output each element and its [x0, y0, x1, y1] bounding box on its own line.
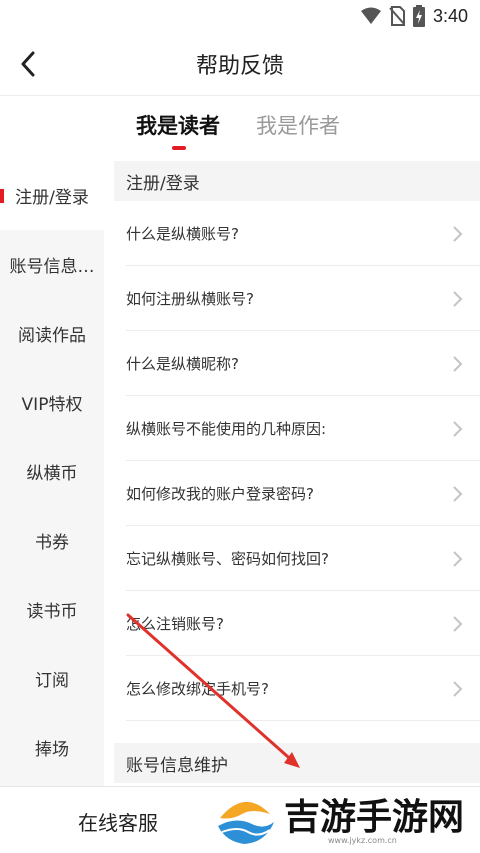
watermark: 吉游手游网 www.jykz.com.cn	[215, 778, 480, 853]
chevron-right-icon	[453, 616, 463, 632]
chevron-right-icon	[453, 681, 463, 697]
section-title: 账号信息维护	[126, 755, 228, 776]
faq-item[interactable]: 纵横账号不能使用的几种原因:	[126, 396, 480, 461]
chevron-right-icon	[453, 291, 463, 307]
sidebar-item-label: 读书币	[26, 602, 78, 622]
faq-question: 忘记纵横账号、密码如何找回?	[126, 549, 329, 568]
faq-question: 怎么注销账号?	[126, 614, 224, 633]
category-sidebar: 注册/登录 账号信息… 阅读作品 VIP特权 纵横币 书券 读书币 订阅 捧场	[0, 161, 104, 786]
back-button[interactable]	[10, 46, 46, 82]
faq-question: 如何修改我的账户登录密码?	[126, 484, 314, 503]
faq-content: 注册/登录 什么是纵横账号? 如何注册纵横账号? 什么是纵横昵称? 纵横账号不能…	[104, 161, 480, 786]
sidebar-item-subscription[interactable]: 订阅	[0, 644, 104, 713]
faq-item[interactable]: 什么是纵横昵称?	[126, 331, 480, 396]
faq-item[interactable]: 如何修改我的账户登录密码?	[126, 461, 480, 526]
chevron-right-icon	[453, 486, 463, 502]
faq-item[interactable]: 如何注册纵横账号?	[126, 266, 480, 331]
active-marker	[0, 189, 4, 203]
chevron-right-icon	[453, 356, 463, 372]
chevron-left-icon	[21, 51, 35, 77]
active-tab-indicator	[172, 146, 186, 150]
watermark-url: www.jykz.com.cn	[328, 836, 397, 845]
faq-question: 如何注册纵横账号?	[126, 289, 254, 308]
sidebar-item-label: 捧场	[35, 740, 69, 760]
sidebar-item-label: VIP特权	[21, 395, 83, 415]
sidebar-item-reading[interactable]: 阅读作品	[0, 299, 104, 368]
clock: 3:40	[432, 5, 468, 26]
faq-question: 什么是纵横昵称?	[126, 354, 239, 373]
role-tabs: 我是读者 我是作者	[0, 97, 480, 161]
sidebar-item-account-info[interactable]: 账号信息…	[0, 230, 104, 299]
page-title: 帮助反馈	[195, 53, 284, 79]
sidebar-item-label: 纵横币	[26, 464, 78, 484]
sidebar-item-voucher[interactable]: 书券	[0, 506, 104, 575]
no-sim-icon	[389, 6, 405, 26]
sidebar-item-label: 书券	[35, 533, 69, 553]
faq-item[interactable]: 怎么修改绑定手机号?	[126, 656, 480, 721]
sidebar-item-reading-coin[interactable]: 读书币	[0, 575, 104, 644]
tab-author[interactable]: 我是作者	[256, 111, 340, 141]
sidebar-item-label: 阅读作品	[18, 326, 86, 346]
faq-item[interactable]: 什么是纵横账号?	[126, 201, 480, 266]
faq-question: 纵横账号不能使用的几种原因:	[126, 419, 327, 438]
sidebar-item-support[interactable]: 捧场	[0, 713, 104, 782]
chevron-right-icon	[453, 421, 463, 437]
sidebar-item-register-login[interactable]: 注册/登录	[0, 161, 104, 230]
battery-charging-icon	[412, 5, 425, 27]
watermark-text: 吉游手游网	[284, 797, 465, 838]
section-header-register-login: 注册/登录	[114, 161, 480, 201]
navigation-bar: 帮助反馈	[0, 32, 480, 96]
sidebar-item-label: 订阅	[35, 671, 69, 691]
wifi-icon	[360, 7, 381, 25]
faq-item[interactable]: 忘记纵横账号、密码如何找回?	[126, 526, 480, 591]
section-title: 注册/登录	[126, 173, 200, 194]
sidebar-item-label: 注册/登录	[15, 188, 89, 208]
tab-reader[interactable]: 我是读者	[136, 111, 220, 141]
chevron-right-icon	[453, 226, 463, 242]
faq-question: 怎么修改绑定手机号?	[126, 679, 269, 698]
sidebar-item-label: 账号信息…	[9, 257, 95, 277]
faq-item[interactable]: 怎么注销账号?	[126, 591, 480, 656]
chevron-right-icon	[453, 551, 463, 567]
section-header-account-info: 账号信息维护	[114, 743, 480, 783]
online-service-button[interactable]: 在线客服	[78, 807, 158, 836]
faq-question: 什么是纵横账号?	[126, 224, 239, 243]
sidebar-item-vip[interactable]: VIP特权	[0, 368, 104, 437]
status-bar: 3:40	[0, 0, 480, 32]
sidebar-item-zongheng-coin[interactable]: 纵横币	[0, 437, 104, 506]
watermark-logo	[215, 791, 275, 844]
